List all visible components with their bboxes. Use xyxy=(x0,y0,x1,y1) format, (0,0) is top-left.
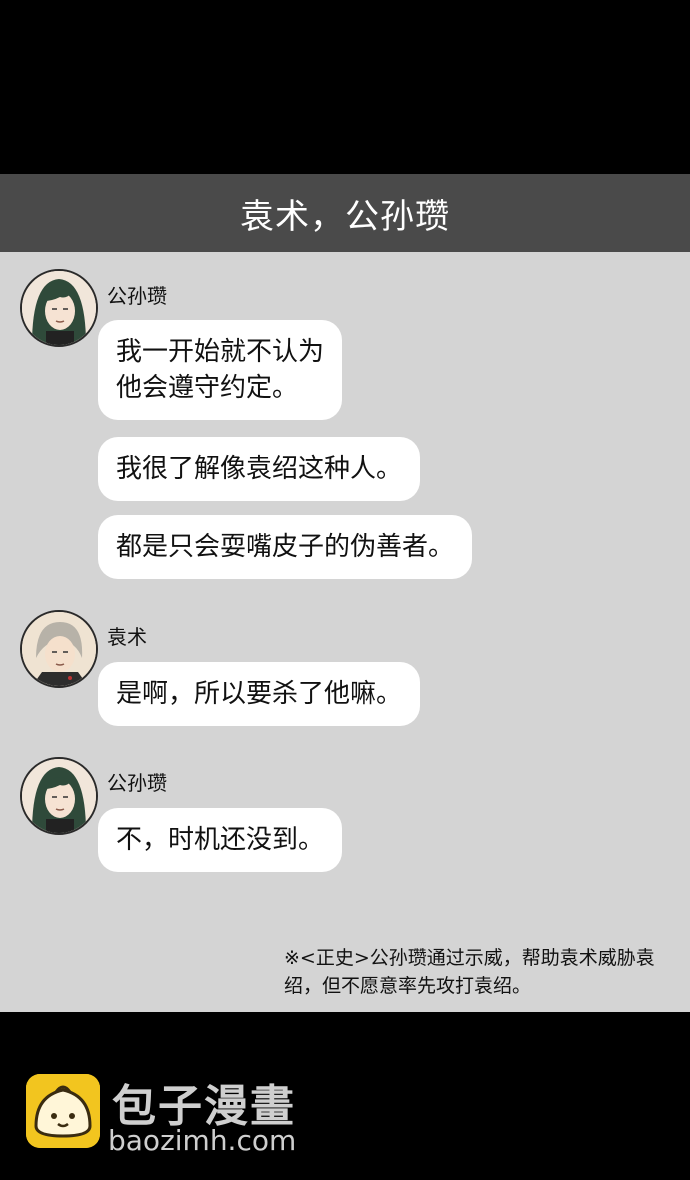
gongsunzan-avatar-icon[interactable] xyxy=(20,757,98,835)
bottom-black-band xyxy=(0,1012,690,1180)
message-bubble[interactable]: 我一开始就不认为 他会遵守约定。 xyxy=(98,320,343,420)
footnote: ※<正史>公孙瓒通过示威，帮助袁术威胁袁绍，但不愿意率先攻打袁绍。 xyxy=(284,947,655,997)
message-bubble[interactable]: 我很了解像袁绍这种人。 xyxy=(98,437,421,501)
bun-logo-icon[interactable] xyxy=(26,1074,100,1148)
top-black-band xyxy=(0,0,690,174)
title-bar: 袁术，公孙瓒 xyxy=(0,174,690,252)
sender-name: 公孙瓒 xyxy=(107,771,167,795)
message-bubble[interactable]: 是啊，所以要杀了他嘛。 xyxy=(98,662,421,726)
message-bubble[interactable]: 都是只会耍嘴皮子的伪善者。 xyxy=(98,515,473,579)
sender-name: 袁术 xyxy=(107,625,147,649)
watermark-url[interactable]: baozimh.com xyxy=(108,1124,296,1157)
gongsunzan-avatar-icon[interactable] xyxy=(20,269,98,347)
message-bubble[interactable]: 不，时机还没到。 xyxy=(98,808,343,872)
yuanshu-avatar-icon[interactable] xyxy=(20,610,98,688)
chat-area[interactable]: 公孙瓒 我一开始就不认为 他会遵守约定。 我很了解像袁绍这种人。 都是只会耍嘴皮… xyxy=(0,252,690,1012)
sender-name: 公孙瓒 xyxy=(107,284,167,308)
page-title: 袁术，公孙瓒 xyxy=(240,196,450,237)
